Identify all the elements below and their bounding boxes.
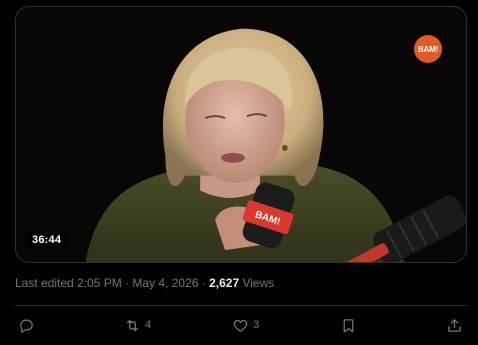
edited-timestamp[interactable]: Last edited 2:05 PM · May 4, 2026 ·: [15, 276, 209, 290]
video-frame: BAM!: [16, 7, 466, 262]
views-count: 2,627: [209, 276, 240, 290]
heart-icon: [233, 319, 248, 332]
repost-icon: [126, 319, 139, 331]
video-duration: 36:44: [26, 232, 68, 248]
bookmark-icon: [343, 318, 354, 333]
repost-count: 4: [145, 319, 152, 331]
tweet-meta: Last edited 2:05 PM · May 4, 2026 · 2,62…: [15, 276, 274, 290]
divider: [15, 305, 467, 306]
video-player[interactable]: BAM! BAM! 36:44: [15, 6, 467, 263]
reply-button[interactable]: [18, 312, 35, 338]
action-bar: 4 3: [0, 312, 478, 338]
bookmark-button[interactable]: [340, 312, 357, 338]
like-count: 3: [253, 319, 260, 331]
reply-icon: [20, 319, 33, 333]
channel-logo: BAM!: [414, 35, 442, 63]
repost-button[interactable]: 4: [124, 312, 151, 338]
share-button[interactable]: [446, 312, 463, 338]
tweet-detail: BAM! BAM! 36:44 Last edited 2:05 PM · Ma…: [0, 0, 478, 345]
like-button[interactable]: 3: [232, 312, 259, 338]
views-label: Views: [239, 276, 275, 290]
share-icon: [448, 318, 461, 332]
